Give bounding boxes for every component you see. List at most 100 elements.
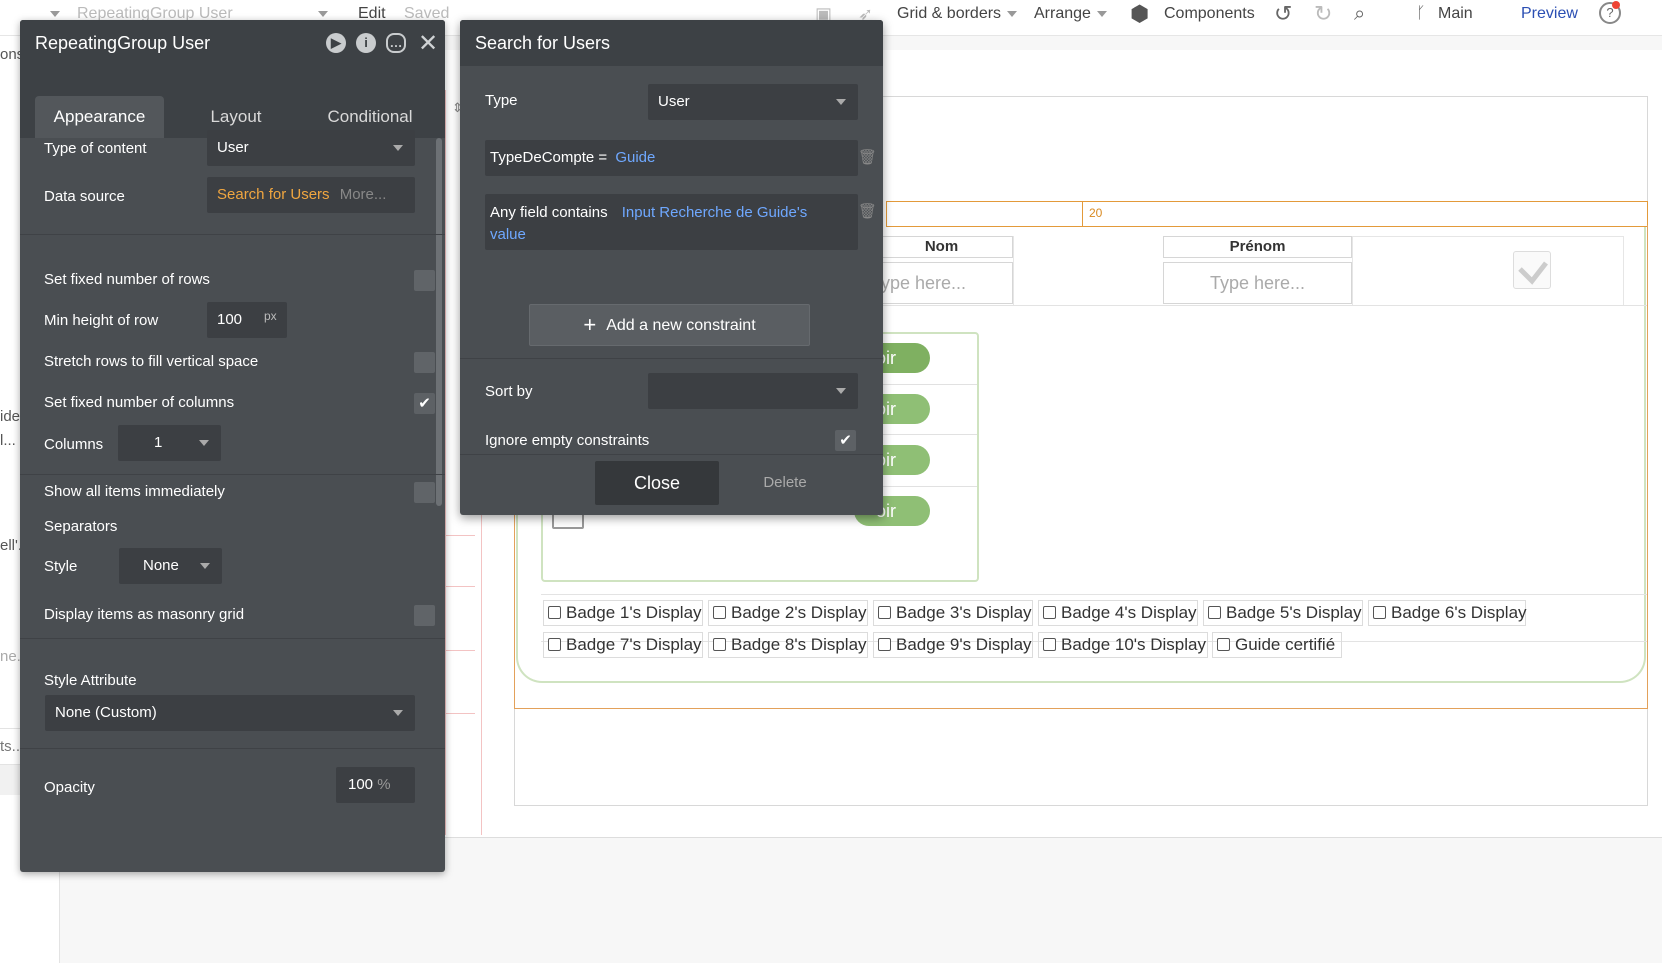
panel-title: RepeatingGroup User: [35, 33, 211, 53]
constraint-row[interactable]: TypeDeCompte = Guide: [485, 140, 858, 176]
comment-icon[interactable]: …: [386, 33, 406, 53]
cube-icon: ⬢: [1130, 1, 1150, 26]
check-cell: [1352, 236, 1624, 306]
min-height-value: 100: [217, 311, 243, 328]
checkbox-icon: [548, 638, 561, 651]
badge-checkbox[interactable]: Badge 7's Display: [543, 632, 703, 658]
constraint-row[interactable]: Any field contains Input Recherche de Gu…: [485, 194, 858, 250]
chevron-down-icon: [200, 563, 210, 569]
badge-checkbox[interactable]: Badge 6's Display: [1368, 600, 1527, 626]
panel-scrollbar[interactable]: [436, 138, 442, 506]
min-height-input[interactable]: 100 px: [207, 302, 287, 338]
fixed-rows-label: Set fixed number of rows: [44, 271, 210, 288]
chevron-down-icon: [1007, 10, 1018, 17]
input-nom[interactable]: ype here...: [870, 262, 1013, 304]
badge-checkbox[interactable]: Badge 3's Display: [873, 600, 1033, 626]
badge-checkbox[interactable]: Badge 8's Display: [708, 632, 868, 658]
popup-header[interactable]: Search for Users: [460, 20, 883, 66]
chevron-down-icon: [199, 440, 209, 446]
stretch-rows-checkbox[interactable]: [414, 352, 435, 373]
data-source-field[interactable]: Search for Users More...: [207, 177, 415, 213]
masonry-checkbox[interactable]: [414, 605, 435, 626]
ignore-empty-label: Ignore empty constraints: [485, 432, 650, 449]
play-icon[interactable]: ▶: [326, 33, 346, 53]
branch-selector[interactable]: Main: [1438, 0, 1473, 36]
trash-icon[interactable]: 🗑: [858, 148, 877, 168]
components-button[interactable]: Components: [1164, 0, 1255, 36]
data-source-label: Data source: [44, 188, 125, 205]
checkbox-icon: [1208, 606, 1221, 619]
divider: [460, 358, 883, 359]
info-icon[interactable]: i: [356, 33, 376, 53]
delete-button[interactable]: Delete: [750, 461, 820, 505]
redo-icon[interactable]: ↻: [1314, 0, 1332, 36]
masonry-label: Display items as masonry grid: [44, 606, 245, 623]
chevron-down-icon: [836, 99, 846, 105]
grid-borders-menu[interactable]: Grid & borders: [897, 0, 1018, 36]
search-icon[interactable]: ⌕: [1354, 0, 1365, 36]
tab-appearance[interactable]: Appearance: [35, 96, 164, 138]
constraint-field[interactable]: TypeDeCompte =: [490, 149, 607, 166]
plus-icon: +: [583, 312, 597, 337]
trash-icon[interactable]: 🗑: [858, 202, 877, 222]
left-cut-text: ts..: [0, 738, 21, 755]
ignore-empty-checkbox[interactable]: ✔: [835, 430, 856, 451]
divider: [20, 234, 445, 235]
constraint-value-cont[interactable]: value: [490, 226, 526, 243]
unit-label: %: [377, 776, 391, 793]
divider: [460, 454, 883, 455]
show-all-checkbox[interactable]: [414, 482, 435, 503]
checkbox-icon: [1373, 606, 1386, 619]
badge-label: Badge 8's Display: [731, 635, 867, 654]
checkbox-icon: [878, 638, 891, 651]
guide-line: [445, 535, 475, 536]
chevron-down-icon: [393, 145, 403, 151]
undo-icon[interactable]: ↺: [1274, 0, 1292, 36]
checkbox-icon: [1043, 606, 1056, 619]
opacity-label: Opacity: [44, 779, 95, 796]
constraint-field[interactable]: Any field contains: [490, 204, 608, 221]
close-button[interactable]: Close: [595, 461, 719, 505]
badge-checkbox[interactable]: Badge 10's Display: [1038, 632, 1208, 658]
arrange-menu[interactable]: Arrange: [1034, 0, 1107, 36]
type-of-content-label: Type of content: [44, 140, 147, 157]
badge-checkbox[interactable]: Badge 2's Display: [708, 600, 868, 626]
badge-checkbox[interactable]: Guide certifié: [1212, 632, 1342, 658]
constraint-value[interactable]: Input Recherche de Guide's: [622, 204, 807, 221]
sort-by-dropdown[interactable]: [648, 373, 858, 409]
opacity-input[interactable]: 100 %: [336, 767, 415, 803]
badge-checkbox[interactable]: Badge 9's Display: [873, 632, 1033, 658]
columns-label: Columns: [44, 436, 104, 453]
branch-icon: ᚴ: [1416, 5, 1426, 22]
grid-borders-label: Grid & borders: [897, 5, 1002, 22]
panel-header[interactable]: RepeatingGroup User ▶ i … ✕: [20, 20, 445, 66]
checkmark-icon[interactable]: [1513, 251, 1551, 289]
input-prenom[interactable]: Type here...: [1163, 262, 1352, 304]
badge-checkbox[interactable]: Badge 1's Display: [543, 600, 703, 626]
add-constraint-button[interactable]: + Add a new constraint: [529, 304, 810, 346]
fixed-columns-checkbox[interactable]: ✔: [414, 393, 435, 414]
badge-label: Badge 3's Display: [896, 603, 1032, 622]
divider: [20, 474, 445, 475]
badge-checkbox[interactable]: Badge 5's Display: [1203, 600, 1363, 626]
chevron-down-icon: [836, 388, 846, 394]
chevron-down-icon: [1096, 10, 1107, 17]
constraint-value[interactable]: Guide: [615, 149, 655, 166]
data-source-value[interactable]: Search for Users: [217, 186, 330, 203]
resize-handle-icon[interactable]: ⇕: [452, 100, 463, 116]
separator-style-dropdown[interactable]: None: [119, 548, 222, 584]
min-height-label: Min height of row: [44, 312, 159, 329]
style-attribute-label: Style Attribute: [44, 672, 137, 689]
left-cut-text: ell'.: [0, 537, 23, 554]
badge-checkbox[interactable]: Badge 4's Display: [1038, 600, 1198, 626]
type-of-content-dropdown[interactable]: User: [207, 130, 415, 166]
search-type-dropdown[interactable]: User: [648, 84, 858, 120]
columns-dropdown[interactable]: 1: [118, 425, 221, 461]
fixed-rows-checkbox[interactable]: [414, 270, 435, 291]
popup-title: Search for Users: [475, 33, 611, 53]
column-divider: [1013, 236, 1014, 306]
more-link[interactable]: More...: [340, 186, 387, 203]
preview-button[interactable]: Preview: [1521, 0, 1578, 36]
style-attribute-dropdown[interactable]: None (Custom): [45, 695, 415, 731]
close-icon[interactable]: ✕: [418, 29, 438, 58]
